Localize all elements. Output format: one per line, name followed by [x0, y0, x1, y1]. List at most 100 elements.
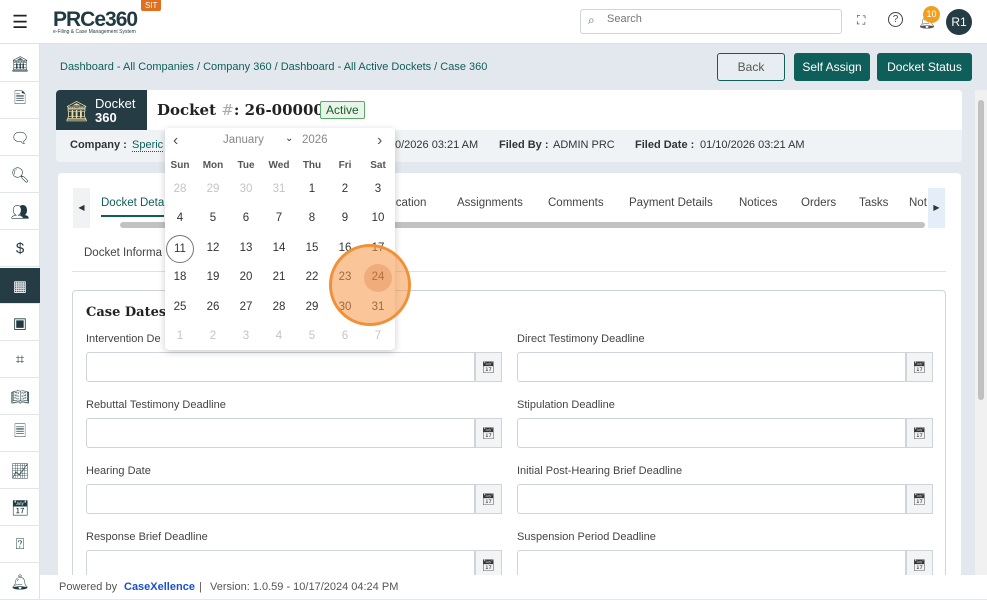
- page-scrollbar[interactable]: [975, 90, 987, 575]
- calendar-day-other-month[interactable]: 5: [297, 330, 327, 342]
- calendar-day-other-month[interactable]: 30: [231, 183, 261, 195]
- calendar-icon[interactable]: 📅︎: [906, 484, 933, 514]
- tab-payment-details[interactable]: Payment Details: [629, 197, 713, 209]
- calendar-day-other-month[interactable]: 2: [198, 330, 228, 342]
- sidebar-report-icon[interactable]: 🗏: [0, 416, 40, 452]
- calendar-day[interactable]: 19: [198, 271, 228, 283]
- calendar-day[interactable]: 18: [165, 271, 195, 283]
- calendar-day[interactable]: 2: [330, 183, 360, 195]
- badge-line1: Docket: [95, 96, 136, 111]
- sidebar-scan-icon[interactable]: ⌗: [0, 342, 40, 378]
- calendar-day[interactable]: 20: [231, 271, 261, 283]
- docket-status-button[interactable]: Docket Status: [877, 53, 972, 81]
- stipulation-deadline-input[interactable]: [517, 418, 906, 448]
- sidebar-users-icon[interactable]: 👥︎: [0, 194, 40, 230]
- help-icon[interactable]: ?: [888, 12, 903, 27]
- year-input[interactable]: 2026: [302, 134, 328, 146]
- sidebar-comment-icon[interactable]: 🗨: [0, 120, 40, 156]
- calendar-day[interactable]: 29: [297, 301, 327, 313]
- filed-by-label: Filed By :: [499, 139, 549, 151]
- tab-assignments[interactable]: Assignments: [457, 197, 523, 209]
- filed-by-value: ADMIN PRC: [553, 139, 615, 151]
- tab-notices[interactable]: Notices: [739, 197, 777, 209]
- calendar-day-other-month[interactable]: 29: [198, 183, 228, 195]
- calendar-icon[interactable]: 📅︎: [906, 352, 933, 382]
- calendar-day[interactable]: 10: [363, 212, 393, 224]
- sidebar-template-icon[interactable]: ▣: [0, 305, 40, 341]
- intervention-deadline-input[interactable]: [86, 352, 475, 382]
- chevron-down-icon[interactable]: ⌄: [285, 133, 293, 144]
- hearing-date-input[interactable]: [86, 484, 475, 514]
- calendar-day-other-month[interactable]: 31: [264, 183, 294, 195]
- status-badge: Active: [320, 101, 365, 119]
- calendar-day[interactable]: 8: [297, 212, 327, 224]
- sidebar-chart-icon[interactable]: 📈︎: [0, 453, 40, 489]
- search-box[interactable]: ⌕: [580, 9, 842, 34]
- calendar-day[interactable]: 4: [165, 212, 195, 224]
- initial-post-hearing-brief-input[interactable]: [517, 484, 906, 514]
- tab-orders[interactable]: Orders: [801, 197, 836, 209]
- next-month-button[interactable]: ›: [377, 132, 382, 150]
- calendar-day-other-month[interactable]: 3: [231, 330, 261, 342]
- tab-scroll-right-button[interactable]: ▶: [928, 188, 945, 228]
- sidebar-help-doc-icon[interactable]: ⍰: [0, 527, 40, 563]
- subtab-docket-information[interactable]: Docket Informa: [84, 247, 162, 259]
- calendar-icon[interactable]: 📅︎: [475, 418, 502, 448]
- calendar-day-other-month[interactable]: 6: [330, 330, 360, 342]
- back-button[interactable]: Back: [717, 53, 785, 81]
- calendar-day[interactable]: 26: [198, 301, 228, 313]
- tab-docket-details[interactable]: Docket Deta: [101, 197, 165, 217]
- calendar-day[interactable]: 7: [264, 212, 294, 224]
- month-select[interactable]: January: [223, 134, 264, 146]
- sidebar-search-doc-icon[interactable]: 🔍︎: [0, 157, 40, 193]
- calendar-day-today[interactable]: 11: [166, 234, 194, 263]
- calendar-day[interactable]: 9: [330, 212, 360, 224]
- calendar-day[interactable]: 5: [198, 212, 228, 224]
- calendar-day[interactable]: 22: [297, 271, 327, 283]
- scrollbar-thumb[interactable]: [978, 100, 984, 400]
- tab-notification[interactable]: fication: [390, 197, 426, 209]
- tab-scroll-left-button[interactable]: ◀: [73, 188, 90, 228]
- sidebar-calendar-icon[interactable]: 📅︎: [0, 490, 40, 526]
- calendar-day[interactable]: 6: [231, 212, 261, 224]
- company-link[interactable]: Speric: [132, 139, 164, 152]
- hamburger-menu-icon[interactable]: ☰: [12, 12, 28, 33]
- avatar[interactable]: R1: [946, 9, 972, 35]
- tab-notes[interactable]: Not: [909, 197, 927, 209]
- calendar-day-other-month[interactable]: 1: [165, 330, 195, 342]
- calendar-icon[interactable]: 📅︎: [475, 352, 502, 382]
- self-assign-button[interactable]: Self Assign: [794, 53, 870, 81]
- calendar-day[interactable]: 27: [231, 301, 261, 313]
- calendar-day-other-month[interactable]: 28: [165, 183, 195, 195]
- sidebar-book-icon[interactable]: 📖︎: [0, 379, 40, 415]
- calendar-day-other-month[interactable]: 4: [264, 330, 294, 342]
- prev-month-button[interactable]: ‹: [173, 132, 178, 150]
- fullscreen-icon[interactable]: ⛶: [857, 13, 865, 28]
- sidebar-document-icon[interactable]: 🗎: [0, 83, 40, 119]
- sidebar-bank-icon[interactable]: 🏛︎: [0, 46, 40, 82]
- sidebar-alarm-icon[interactable]: 🔔︎: [0, 564, 40, 600]
- search-input[interactable]: [607, 13, 827, 25]
- calendar-day[interactable]: 15: [297, 242, 327, 254]
- calendar-icon[interactable]: 📅︎: [906, 418, 933, 448]
- calendar-day-other-month[interactable]: 7: [363, 330, 393, 342]
- calendar-day[interactable]: 28: [264, 301, 294, 313]
- tab-tasks[interactable]: Tasks: [859, 197, 888, 209]
- calendar-day[interactable]: 14: [264, 242, 294, 254]
- calendar-day[interactable]: 25: [165, 301, 195, 313]
- calendar-day[interactable]: 21: [264, 271, 294, 283]
- breadcrumb[interactable]: Dashboard - All Companies / Company 360 …: [60, 61, 487, 73]
- calendar-day[interactable]: 3: [363, 183, 393, 195]
- sidebar-building-icon[interactable]: ▦: [0, 268, 40, 304]
- date-value: 0/2026 03:21 AM: [395, 139, 479, 151]
- rebuttal-testimony-deadline-input[interactable]: [86, 418, 475, 448]
- tab-comments[interactable]: Comments: [548, 197, 604, 209]
- calendar-day[interactable]: 1: [297, 183, 327, 195]
- bank-icon: 🏛︎: [64, 101, 90, 123]
- calendar-icon[interactable]: 📅︎: [475, 484, 502, 514]
- sidebar-dollar-doc-icon[interactable]: $: [0, 231, 40, 267]
- version-text: Version: 1.0.59 - 10/17/2024 04:24 PM: [210, 581, 399, 593]
- direct-testimony-deadline-input[interactable]: [517, 352, 906, 382]
- calendar-day[interactable]: 12: [198, 242, 228, 254]
- calendar-day[interactable]: 13: [231, 242, 261, 254]
